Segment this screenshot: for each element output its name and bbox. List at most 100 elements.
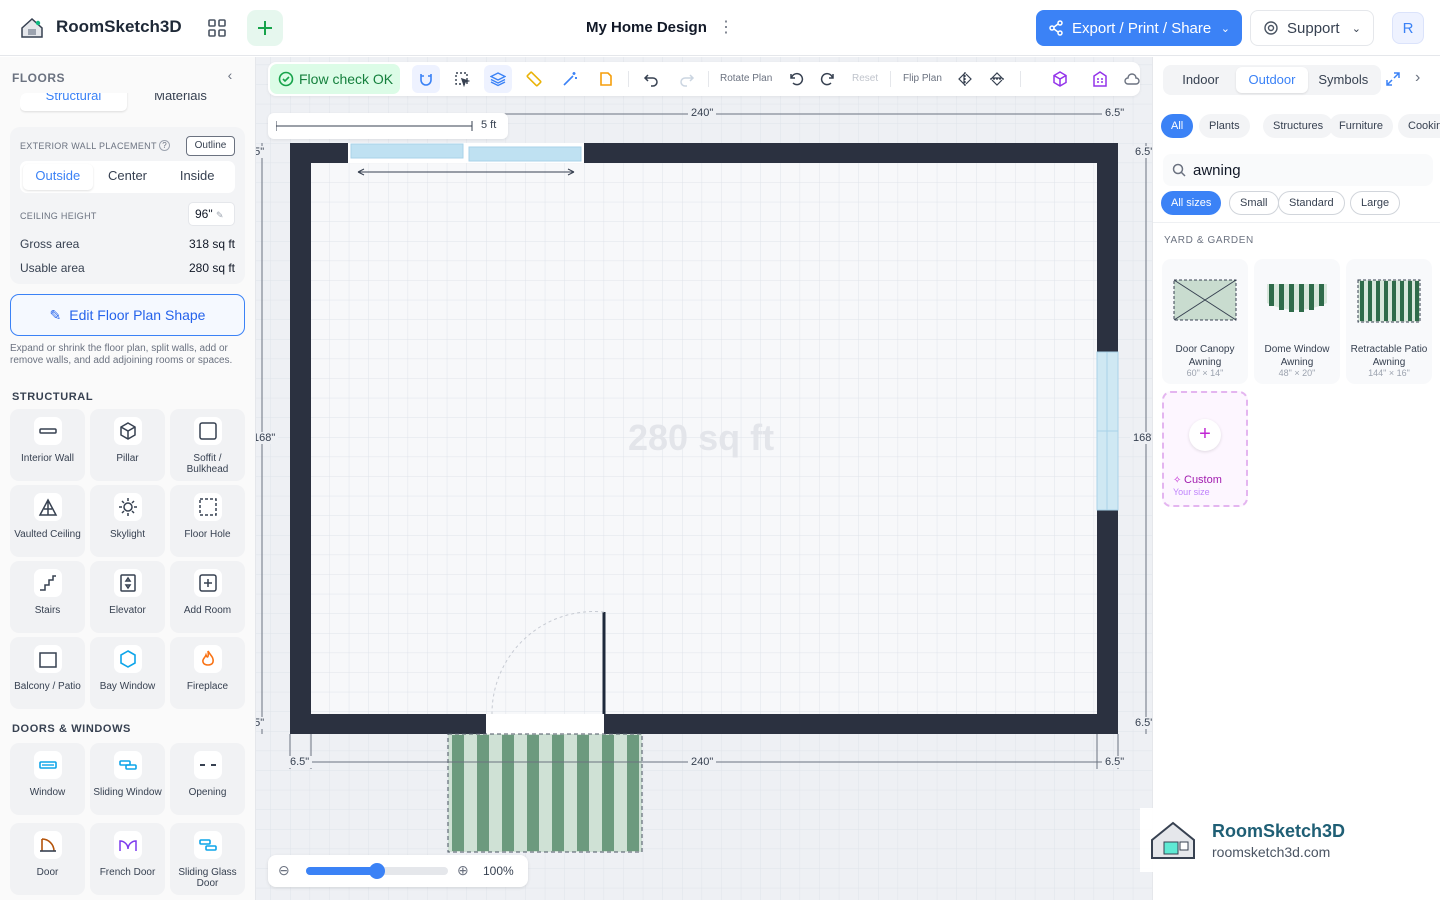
size-all[interactable]: All sizes bbox=[1161, 191, 1222, 215]
size-standard[interactable]: Standard bbox=[1278, 191, 1345, 215]
filter-plants[interactable]: Plants bbox=[1199, 114, 1250, 138]
tool-soffit[interactable]: Soffit / Bulkhead bbox=[170, 409, 245, 481]
zoom-slider[interactable] bbox=[306, 863, 448, 879]
tab-symbols[interactable]: Symbols bbox=[1308, 67, 1379, 93]
tool-fireplace[interactable]: Fireplace bbox=[170, 637, 245, 709]
app-name: RoomSketch3D bbox=[56, 17, 182, 36]
floor-plan-canvas[interactable]: Flow check OK Rotate Plan Reset Flip Pla… bbox=[256, 57, 1152, 900]
tool-interior-wall[interactable]: Interior Wall bbox=[10, 409, 85, 481]
tool-window[interactable]: Window bbox=[10, 743, 85, 815]
tool-floor-hole[interactable]: Floor Hole bbox=[170, 485, 245, 557]
export-button[interactable]: Export / Print / Share ⌄ bbox=[1036, 10, 1242, 46]
filter-furniture[interactable]: Furniture bbox=[1329, 114, 1394, 138]
building-icon bbox=[1093, 71, 1107, 87]
select-tool-button[interactable] bbox=[448, 65, 476, 93]
tool-elevator[interactable]: Elevator bbox=[90, 561, 165, 633]
pencil-icon: ✎ bbox=[215, 210, 224, 220]
support-label: Support bbox=[1287, 19, 1340, 37]
grid-icon bbox=[208, 19, 226, 37]
undo-button[interactable] bbox=[637, 65, 665, 93]
flip-vertical-button[interactable] bbox=[983, 65, 1011, 93]
flow-check-status[interactable]: Flow check OK bbox=[270, 64, 400, 94]
reset-rotation-button[interactable]: Reset bbox=[852, 73, 878, 84]
window-right[interactable] bbox=[1096, 351, 1119, 511]
edit-floor-plan-shape-button[interactable]: ✎ Edit Floor Plan Shape bbox=[10, 294, 245, 336]
more-options-icon[interactable]: ⋮ bbox=[716, 16, 736, 40]
tab-outdoor[interactable]: Outdoor bbox=[1236, 67, 1308, 93]
document-title[interactable]: My Home Design bbox=[586, 19, 707, 36]
tool-sliding-glass-door[interactable]: Sliding Glass Door bbox=[170, 823, 245, 895]
tool-bay-window[interactable]: Bay Window bbox=[90, 637, 165, 709]
placement-inside[interactable]: Inside bbox=[162, 164, 232, 190]
elevator-icon bbox=[114, 569, 142, 597]
size-small[interactable]: Small bbox=[1229, 191, 1279, 215]
tool-sliding-window[interactable]: Sliding Window bbox=[90, 743, 165, 815]
redo-button[interactable] bbox=[673, 65, 701, 93]
expand-icon[interactable] bbox=[1385, 71, 1401, 87]
item-name: Dome Window Awning bbox=[1264, 344, 1330, 368]
tool-balcony-patio[interactable]: Balcony / Patio bbox=[10, 637, 85, 709]
custom-size-card[interactable]: + ✧ Custom Your size bbox=[1162, 391, 1248, 507]
zoom-out-icon[interactable]: ⊖ bbox=[278, 862, 290, 879]
collapse-sidebar-icon[interactable]: ‹ bbox=[220, 67, 240, 87]
tool-pillar[interactable]: Pillar bbox=[90, 409, 165, 481]
rotate-left-button[interactable] bbox=[782, 65, 810, 93]
dashboard-grid-button[interactable] bbox=[199, 10, 235, 46]
user-avatar[interactable]: R bbox=[1392, 12, 1424, 44]
tool-label: Elevator bbox=[109, 605, 146, 616]
check-circle-icon bbox=[278, 71, 294, 87]
tool-door[interactable]: Door bbox=[10, 823, 85, 895]
filter-structures[interactable]: Structures bbox=[1263, 114, 1334, 138]
filter-all[interactable]: All bbox=[1161, 114, 1194, 138]
layers-button[interactable] bbox=[484, 65, 512, 93]
plus-icon bbox=[258, 21, 272, 35]
support-button[interactable]: Support ⌄ bbox=[1250, 10, 1374, 46]
zoom-in-icon[interactable]: ⊕ bbox=[457, 862, 469, 879]
app-logo-icon[interactable] bbox=[18, 14, 46, 42]
ceiling-height-input[interactable]: 96" ✎ bbox=[188, 202, 235, 226]
flow-check-label: Flow check OK bbox=[299, 71, 394, 87]
flip-horizontal-button[interactable] bbox=[951, 65, 979, 93]
lifebuoy-icon bbox=[1264, 21, 1278, 35]
dim-right-bottom-wall: 6.5" bbox=[1132, 717, 1152, 729]
tool-skylight[interactable]: Skylight bbox=[90, 485, 165, 557]
chevron-right-icon[interactable]: › bbox=[1415, 69, 1420, 87]
3d-view-button[interactable] bbox=[1046, 65, 1074, 93]
rotate-right-button[interactable] bbox=[814, 65, 842, 93]
filter-cooking[interactable]: Cookin bbox=[1398, 114, 1440, 138]
item-retractable-patio-awning[interactable]: Retractable Patio Awning 144" × 16" bbox=[1346, 259, 1432, 384]
wall-placement-selector: Outside Center Inside bbox=[20, 161, 235, 193]
tab-structural[interactable]: Structural bbox=[20, 93, 127, 111]
item-dome-window-awning[interactable]: Dome Window Awning 48" × 20" bbox=[1254, 259, 1340, 384]
tool-label: Stairs bbox=[34, 605, 61, 616]
measure-button[interactable] bbox=[520, 65, 548, 93]
tool-french-door[interactable]: French Door bbox=[90, 823, 165, 895]
magnet-icon bbox=[420, 74, 432, 86]
brand-name: RoomSketch3D bbox=[1212, 821, 1346, 841]
window-top[interactable] bbox=[348, 143, 584, 163]
magic-wand-button[interactable] bbox=[556, 65, 584, 93]
window-icon bbox=[34, 751, 62, 779]
item-door-canopy-awning[interactable]: Door Canopy Awning 60" × 14" bbox=[1162, 259, 1248, 384]
tool-vaulted-ceiling[interactable]: Vaulted Ceiling bbox=[10, 485, 85, 557]
outline-toggle[interactable]: Outline bbox=[186, 136, 235, 156]
awning-placed[interactable] bbox=[447, 733, 643, 853]
tab-indoor[interactable]: Indoor bbox=[1165, 67, 1236, 93]
size-large[interactable]: Large bbox=[1350, 191, 1401, 215]
tool-add-room[interactable]: Add Room bbox=[170, 561, 245, 633]
note-button[interactable] bbox=[592, 65, 620, 93]
placement-outside[interactable]: Outside bbox=[23, 164, 93, 190]
dim-top-right-wall: 6.5" bbox=[1102, 107, 1128, 119]
magnet-snap-button[interactable] bbox=[412, 65, 440, 93]
search-input[interactable] bbox=[1193, 159, 1423, 181]
new-design-button[interactable] bbox=[247, 10, 283, 46]
building-button[interactable] bbox=[1086, 65, 1114, 93]
tool-stairs[interactable]: Stairs bbox=[10, 561, 85, 633]
cloud-save-button[interactable] bbox=[1118, 65, 1146, 93]
tab-materials[interactable]: Materials bbox=[127, 93, 234, 111]
tool-opening[interactable]: Opening bbox=[170, 743, 245, 815]
help-icon[interactable]: ? bbox=[159, 140, 170, 151]
placement-center[interactable]: Center bbox=[93, 164, 163, 190]
zoom-slider-handle[interactable] bbox=[369, 863, 385, 879]
sliding-glass-door-icon bbox=[194, 831, 222, 859]
